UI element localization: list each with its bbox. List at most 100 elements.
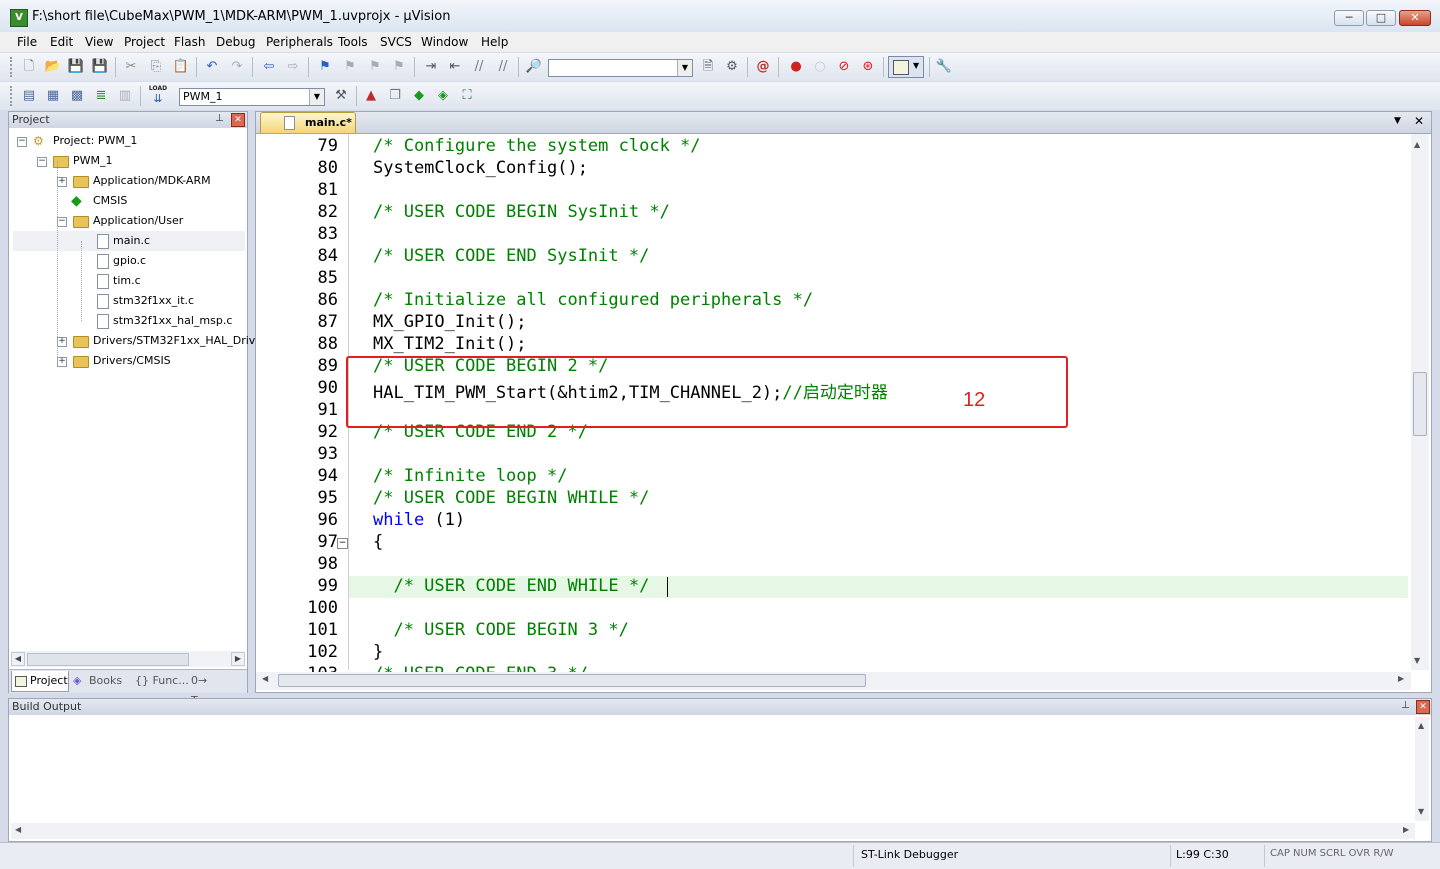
folder-icon bbox=[73, 356, 89, 368]
menu-view[interactable]: View bbox=[85, 35, 113, 49]
menu-file[interactable]: File bbox=[17, 35, 37, 49]
indent-icon[interactable]: ⇥ bbox=[422, 58, 440, 76]
insert-breakpoint-icon[interactable]: ● bbox=[787, 58, 805, 76]
download-button[interactable]: LOAD ⇊ bbox=[148, 85, 168, 107]
prev-bookmark-icon[interactable]: ⚑ bbox=[341, 58, 359, 76]
scroll-up-icon[interactable]: ▲ bbox=[1418, 721, 1424, 730]
editor-h-scrollbar[interactable]: ◀ ▶ bbox=[256, 672, 1411, 690]
paste-icon[interactable]: 📋 bbox=[172, 58, 190, 76]
pin-icon[interactable]: ⊥ bbox=[215, 113, 224, 124]
scroll-down-icon[interactable]: ▼ bbox=[1418, 807, 1424, 816]
find-in-files-icon[interactable]: 🔎 bbox=[525, 58, 543, 76]
pack-installer-icon[interactable]: ◈ bbox=[434, 87, 452, 105]
tab-functions[interactable]: {} Func... bbox=[133, 671, 189, 691]
close-icon[interactable]: ✕ bbox=[1416, 700, 1430, 714]
save-all-icon[interactable]: 💾 bbox=[91, 58, 109, 76]
tree-item-file-selected[interactable]: main.c bbox=[13, 231, 245, 251]
scroll-thumb[interactable] bbox=[278, 674, 866, 687]
open-file-icon[interactable]: 📂 bbox=[44, 58, 62, 76]
expand-icon[interactable]: + bbox=[57, 357, 67, 367]
save-icon[interactable]: 💾 bbox=[67, 58, 85, 76]
editor-v-scrollbar[interactable]: ▲ ▼ bbox=[1411, 134, 1429, 670]
find-icon[interactable]: 🗎 bbox=[699, 58, 717, 76]
build-icon[interactable]: ▦ bbox=[44, 87, 62, 105]
copy-icon[interactable]: ⎘ bbox=[147, 58, 165, 76]
expand-icon[interactable]: + bbox=[57, 337, 67, 347]
scroll-up-icon[interactable]: ▲ bbox=[1414, 140, 1420, 149]
comment-icon[interactable]: // bbox=[470, 58, 488, 76]
collapse-icon[interactable]: − bbox=[57, 217, 67, 227]
uncomment-icon[interactable]: // bbox=[494, 58, 512, 76]
scroll-left-icon[interactable]: ◀ bbox=[11, 652, 25, 666]
collapse-icon[interactable]: − bbox=[17, 137, 27, 147]
translate-icon[interactable]: ▤ bbox=[20, 87, 38, 105]
undo-icon[interactable]: ↶ bbox=[203, 58, 221, 76]
scroll-thumb[interactable] bbox=[27, 653, 189, 666]
scroll-thumb[interactable] bbox=[1413, 372, 1427, 436]
clear-bookmarks-icon[interactable]: ⚑ bbox=[390, 58, 408, 76]
find-combo[interactable]: ▼ bbox=[548, 59, 693, 77]
navigate-forward-icon[interactable]: ⇨ bbox=[284, 58, 302, 76]
close-button[interactable]: ✕ bbox=[1399, 10, 1431, 26]
toolbar-grip[interactable] bbox=[10, 57, 15, 77]
minimize-button[interactable]: ─ bbox=[1334, 10, 1364, 26]
debug-session-icon[interactable]: @ bbox=[754, 58, 772, 76]
menu-help[interactable]: Help bbox=[481, 35, 508, 49]
manage-rte-icon[interactable]: ◆ bbox=[410, 87, 428, 105]
scroll-left-icon[interactable]: ◀ bbox=[15, 825, 21, 834]
chevron-down-icon[interactable]: ▼ bbox=[677, 60, 692, 76]
redo-icon[interactable]: ↷ bbox=[228, 58, 246, 76]
kill-breakpoints-icon[interactable]: ⊛ bbox=[859, 58, 877, 76]
build-h-scrollbar[interactable]: ◀ ▶ bbox=[11, 823, 1415, 839]
scroll-right-icon[interactable]: ▶ bbox=[1403, 825, 1409, 834]
menu-flash[interactable]: Flash bbox=[174, 35, 205, 49]
close-editor-icon[interactable]: ✕ bbox=[1414, 114, 1424, 128]
navigate-back-icon[interactable]: ⇦ bbox=[260, 58, 278, 76]
next-bookmark-icon[interactable]: ⚑ bbox=[366, 58, 384, 76]
scroll-down-icon[interactable]: ▼ bbox=[1414, 656, 1420, 665]
code-comment: /* USER CODE BEGIN 3 */ bbox=[373, 620, 629, 640]
unindent-icon[interactable]: ⇤ bbox=[446, 58, 464, 76]
disable-breakpoints-icon[interactable]: ⊘ bbox=[835, 58, 853, 76]
stop-build-icon[interactable]: ▥ bbox=[116, 87, 134, 105]
new-file-icon[interactable]: 🗋 bbox=[20, 58, 38, 76]
menu-peripherals[interactable]: Peripherals bbox=[266, 35, 333, 49]
menu-tools[interactable]: Tools bbox=[338, 35, 368, 49]
cut-icon[interactable]: ✂ bbox=[122, 58, 140, 76]
close-icon[interactable]: ✕ bbox=[231, 113, 245, 127]
scroll-left-icon[interactable]: ◀ bbox=[262, 674, 268, 683]
target-options-icon[interactable]: ⚒ bbox=[332, 87, 350, 105]
scroll-right-icon[interactable]: ▶ bbox=[231, 652, 245, 666]
pin-icon[interactable]: ⊥ bbox=[1401, 700, 1410, 711]
select-packs-icon[interactable]: ❐ bbox=[386, 87, 404, 105]
fold-collapse-icon[interactable]: − bbox=[337, 538, 348, 549]
menu-project[interactable]: Project bbox=[124, 35, 165, 49]
project-h-scrollbar[interactable]: ◀ ▶ bbox=[11, 651, 245, 667]
tab-project[interactable]: Project bbox=[11, 671, 69, 692]
toolbar-grip[interactable] bbox=[10, 86, 15, 106]
collapse-icon[interactable]: − bbox=[37, 157, 47, 167]
rebuild-icon[interactable]: ▩ bbox=[68, 87, 86, 105]
tree-item-label: Drivers/STM32F1xx_HAL_Driv bbox=[93, 334, 256, 347]
device-database-icon[interactable]: ⛶ bbox=[458, 87, 476, 105]
manage-project-items-icon[interactable]: ▲ bbox=[362, 87, 380, 105]
configure-icon[interactable]: 🔧 bbox=[935, 58, 953, 76]
maximize-button[interactable]: □ bbox=[1366, 10, 1396, 26]
tab-books[interactable]: ◈ Books bbox=[71, 671, 131, 691]
incremental-find-icon[interactable]: ⚙ bbox=[723, 58, 741, 76]
menu-debug[interactable]: Debug bbox=[216, 35, 255, 49]
tab-templates[interactable]: 0→ Temp... bbox=[189, 671, 247, 707]
build-v-scrollbar[interactable]: ▲ ▼ bbox=[1415, 717, 1429, 821]
enable-breakpoint-icon[interactable]: ○ bbox=[811, 58, 829, 76]
scroll-right-icon[interactable]: ▶ bbox=[1398, 674, 1404, 683]
build-output-text[interactable] bbox=[11, 717, 1413, 821]
window-layout-button[interactable]: ▼ bbox=[888, 56, 924, 78]
bookmark-icon[interactable]: ⚑ bbox=[316, 58, 334, 76]
chevron-down-icon[interactable]: ▼ bbox=[309, 89, 324, 105]
menu-edit[interactable]: Edit bbox=[50, 35, 73, 49]
menu-svcs[interactable]: SVCS bbox=[380, 35, 412, 49]
expand-icon[interactable]: + bbox=[57, 177, 67, 187]
menu-window[interactable]: Window bbox=[421, 35, 468, 49]
target-select[interactable]: PWM_1 ▼ bbox=[179, 88, 325, 106]
batch-build-icon[interactable]: ≣ bbox=[92, 87, 110, 105]
